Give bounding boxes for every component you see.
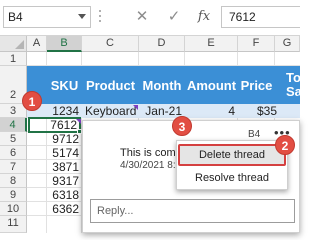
header-total-line2: Sa <box>286 84 300 99</box>
header-sku[interactable]: SKU <box>47 66 82 104</box>
name-box[interactable]: B4 <box>3 6 91 28</box>
select-all-button[interactable] <box>0 36 27 52</box>
cell-f3[interactable]: $35 <box>254 104 284 118</box>
thread-actions-menu: Delete thread Resolve thread <box>176 140 288 190</box>
cell-b3[interactable]: 1234 <box>47 104 82 118</box>
row-header-1[interactable]: 1 <box>0 52 27 66</box>
column-header-a[interactable]: A <box>27 36 47 52</box>
cell-e3[interactable]: 4 <box>185 104 238 118</box>
row-header-7[interactable]: 7 <box>0 160 27 174</box>
insert-function-icon[interactable]: fx <box>194 7 214 27</box>
header-total-sales[interactable]: To Sa <box>281 66 300 104</box>
row-header-5[interactable]: 5 <box>0 132 27 146</box>
header-amount[interactable]: Amount <box>185 66 238 104</box>
comment-indicator-icon <box>76 119 81 124</box>
column-header-e[interactable]: E <box>185 36 238 52</box>
reply-input[interactable] <box>91 200 294 222</box>
cell-b10[interactable]: 6362 <box>47 202 82 216</box>
step-marker-1: 1 <box>22 91 42 111</box>
cell-b7[interactable]: 3871 <box>47 160 82 174</box>
comment-date: 4/30/2021 8:3 <box>120 160 180 171</box>
column-header-g[interactable]: G <box>275 36 300 52</box>
cell-c3[interactable]: Keyboard <box>82 104 139 118</box>
thread-cell-ref: B4 <box>248 129 261 140</box>
header-product[interactable]: Product <box>82 66 139 104</box>
header-month[interactable]: Month <box>139 66 185 104</box>
row-header-8[interactable]: 8 <box>0 174 27 188</box>
header-total-line1: To <box>286 70 300 85</box>
row-header-9[interactable]: 9 <box>0 188 27 202</box>
comment-text: This is comm <box>120 147 182 159</box>
row-header-4[interactable]: 4 <box>0 118 27 132</box>
column-header-f[interactable]: F <box>238 36 275 52</box>
formula-bar: B4 ✕ ✓ fx 7612 <box>0 0 300 36</box>
step-marker-2: 2 <box>275 135 295 155</box>
delete-thread-menu-item[interactable]: Delete thread <box>178 144 286 166</box>
cancel-icon[interactable]: ✕ <box>132 7 152 27</box>
resolve-thread-menu-item[interactable]: Resolve thread <box>177 167 287 189</box>
row-header-10[interactable]: 10 <box>0 202 27 216</box>
chevron-down-icon[interactable] <box>78 14 86 19</box>
cell-b9[interactable]: 6318 <box>47 188 82 202</box>
reply-box[interactable] <box>90 199 295 223</box>
formula-bar-grip <box>99 10 102 24</box>
step-marker-3: 3 <box>172 116 192 136</box>
formula-input[interactable]: 7612 <box>221 6 300 28</box>
name-box-value: B4 <box>8 10 23 24</box>
cell-b5[interactable]: 9712 <box>47 132 82 146</box>
select-all-icon <box>15 40 24 49</box>
column-header-c[interactable]: C <box>82 36 139 52</box>
cell-b8[interactable]: 9317 <box>47 174 82 188</box>
cell-b6[interactable]: 5174 <box>47 146 82 160</box>
column-header-b[interactable]: B <box>47 36 82 52</box>
row-header-6[interactable]: 6 <box>0 146 27 160</box>
column-header-d[interactable]: D <box>139 36 185 52</box>
enter-icon[interactable]: ✓ <box>164 7 184 27</box>
header-price[interactable]: Price <box>238 66 275 104</box>
active-cell-outline <box>28 117 81 133</box>
comment-indicator-icon <box>133 105 138 110</box>
row-header-11[interactable]: 11 <box>0 216 27 233</box>
